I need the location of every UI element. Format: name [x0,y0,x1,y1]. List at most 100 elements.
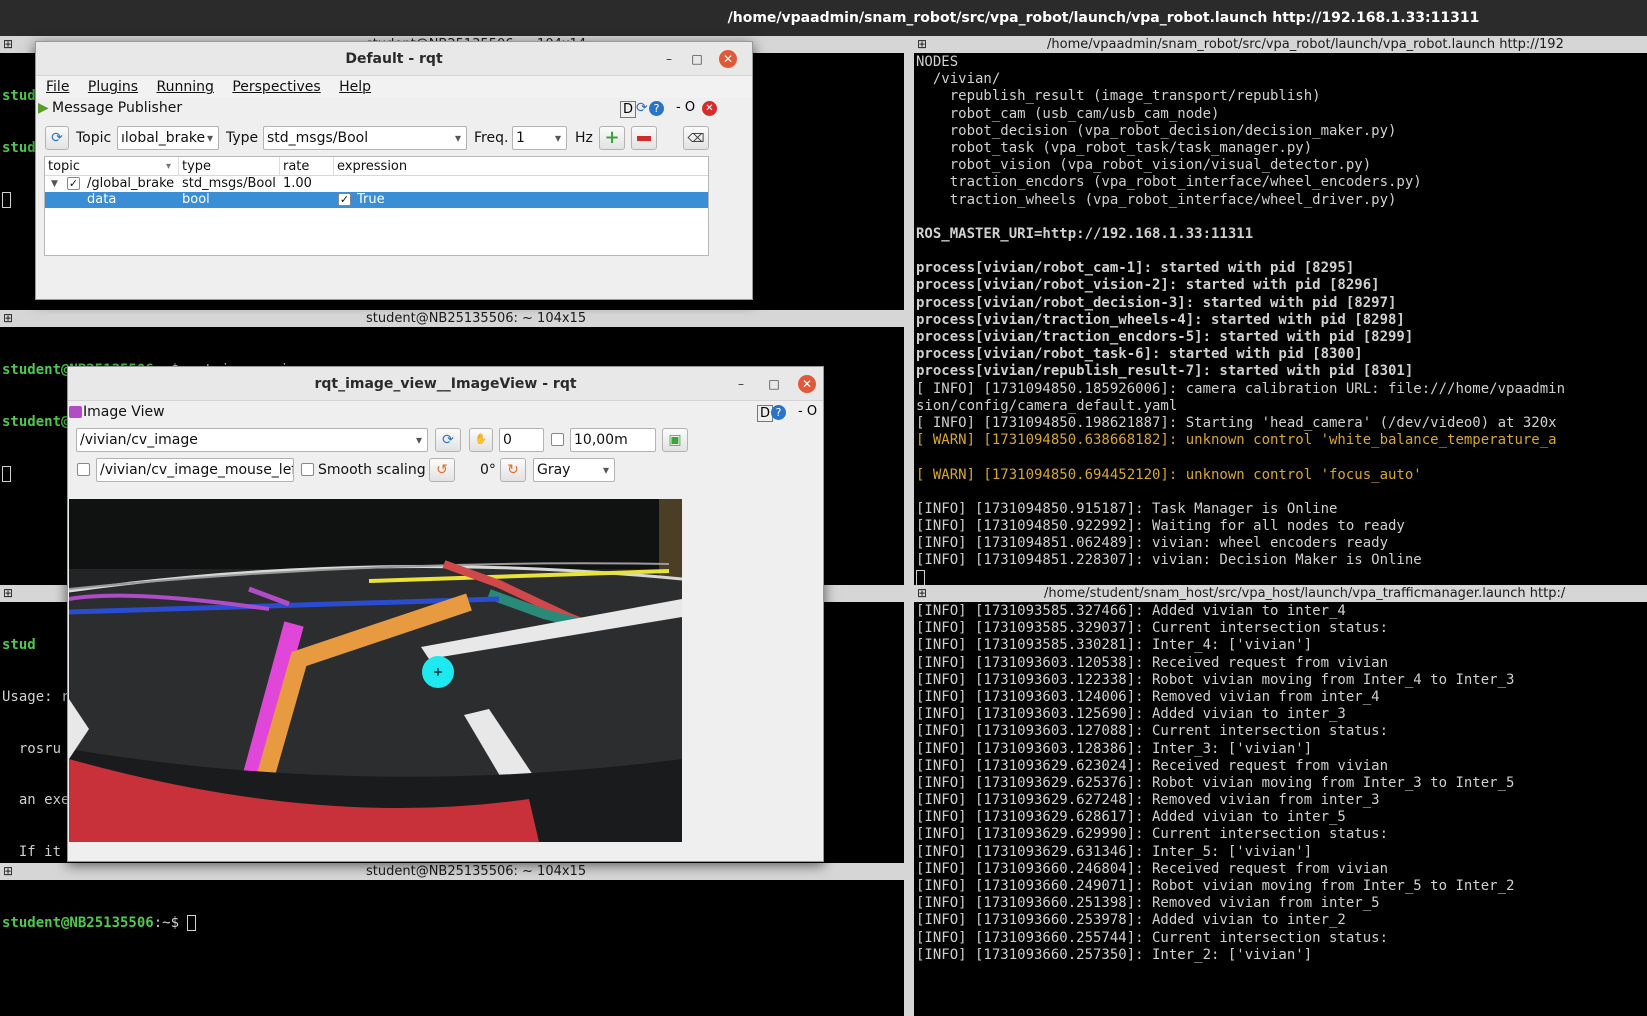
reload-icon[interactable]: ⟳ [636,100,648,116]
row-topic: /global_brake [87,176,175,191]
max-range-spinbox[interactable]: 10,00m [570,428,656,452]
type-combo[interactable]: std_msgs/Bool [263,126,467,150]
maximize-icon[interactable]: □ [765,375,783,393]
window-titlebar[interactable]: Default - rqt – □ ✕ [36,42,752,76]
camera-image-canvas[interactable] [69,499,682,842]
terminal-line: [INFO] [1731093660.246804]: Received req… [916,860,1389,877]
terminal-line: [INFO] [1731093603.124006]: Removed vivi… [916,688,1380,705]
maximize-icon[interactable]: □ [688,50,706,68]
message-tree[interactable]: topic ▾ type rate expression ▼ ✓ /global… [44,156,709,256]
header-topic[interactable]: topic [48,157,80,176]
window-title: Default - rqt [345,51,443,67]
terminal-line: robot_vision (vpa_robot_vision/visual_de… [916,157,1372,174]
rotate-left-icon[interactable]: ↺ [429,458,455,482]
save-image-icon[interactable]: ▣ [662,428,688,452]
type-label: Type [226,130,259,146]
terminal-line: [INFO] [1731093660.249071]: Robot vivian… [916,878,1515,894]
terminal-line: [INFO] [1731093603.122338]: Robot vivian… [916,671,1515,688]
smooth-scaling-checkbox[interactable] [301,463,314,476]
pane-separator[interactable] [904,36,914,1016]
sort-icon: ▾ [166,161,172,172]
terminal-line: [INFO] [1731093660.255744]: Current inte… [916,929,1389,946]
remove-button[interactable] [631,126,657,150]
remove-icon [637,135,651,141]
row-expression[interactable]: True [357,192,385,208]
dynamic-range-checkbox[interactable] [551,433,564,446]
clear-icon[interactable]: ⌫ [683,126,709,150]
menu-help[interactable]: Help [339,79,371,95]
header-type[interactable]: type [178,157,211,176]
terminal-line: [INFO] [1731093629.629990]: Current inte… [916,826,1389,843]
minimize-plugin-icon[interactable]: - O [798,404,817,419]
window-titlebar[interactable]: rqt_image_view__ImageView - rqt – □ ✕ [68,367,823,401]
close-plugin-icon[interactable]: ✕ [702,101,717,116]
menu-plugins[interactable]: Plugins [88,79,138,95]
terminal-line: sion/config/camera_default.yaml [916,397,1178,414]
expand-icon[interactable]: ▼ [51,176,58,192]
help-icon[interactable]: ? [771,405,786,420]
freq-combo[interactable]: 1 [512,126,567,150]
close-icon[interactable]: ✕ [798,375,816,393]
tree-row-selected[interactable]: data bool ✓ True [45,192,708,208]
menu-running[interactable]: Running [157,79,214,95]
header-expression[interactable]: expression [333,157,407,176]
terminal-line: NODES [916,54,959,70]
terminal-top-right[interactable]: ⊞ /home/vpaadmin/snam_robot/src/vpa_robo… [914,36,1647,585]
spinbox-value[interactable]: 0 [499,428,544,452]
add-icon[interactable]: + [599,126,625,150]
terminal-line: [INFO] [1731094851.228307]: vivian: Deci… [916,552,1422,569]
dock-button[interactable]: D [620,101,637,118]
terminal-line: republish_result (image_transport/republ… [916,88,1321,105]
terminal-line: [INFO] [1731093585.327466]: Added vivian… [916,603,1346,619]
rotation-value: 0° [480,462,496,478]
minimize-icon[interactable]: – [660,50,678,68]
menu-file[interactable]: File [46,79,69,95]
rqt-message-publisher-window[interactable]: Default - rqt – □ ✕ File Plugins Running… [35,41,753,300]
plugin-title: Message Publisher [52,100,183,116]
prompt: student@NB25135506 [2,915,154,932]
image-topic-combo[interactable]: /vivian/cv_image [76,428,428,452]
refresh-button[interactable]: ⟳ [435,428,461,452]
cursor [187,915,197,932]
minimize-icon[interactable]: – [732,375,750,393]
smooth-scaling-label: Smooth scaling [318,462,426,478]
pan-icon[interactable]: ✋ [469,428,493,452]
refresh-button[interactable]: ⟳ [45,126,69,150]
terminal-line: [INFO] [1731093585.329037]: Current inte… [916,620,1389,637]
camera-image[interactable] [69,499,682,842]
header-rate[interactable]: rate [279,157,309,176]
image-toolbar-row2: /vivian/cv_image_mouse_left Smooth scali… [68,455,823,485]
mouse-publish-checkbox[interactable] [77,463,90,476]
help-icon[interactable]: ? [649,101,664,116]
hz-label: Hz [575,130,593,146]
terminal-line: [INFO] [1731093603.127088]: Current inte… [916,723,1389,740]
plugin-header: Image View D ? - O [68,401,823,425]
menu-perspectives[interactable]: Perspectives [232,79,320,95]
terminal-bottom-left[interactable]: ⊞ student@NB25135506: ~ 104x15 student@N… [0,863,904,1016]
row-checkbox[interactable]: ✓ [67,177,80,190]
terminal-line: process[vivian/robot_cam-1]: started wit… [916,260,1355,277]
rqt-image-view-window[interactable]: rqt_image_view__ImageView - rqt – □ ✕ Im… [67,366,824,862]
topic-combo[interactable]: ılobal_brake [117,126,219,150]
pane-title-bar: ⊞ /home/vpaadmin/snam_robot/src/vpa_robo… [914,36,1647,53]
color-scheme-combo[interactable]: Gray [533,458,615,482]
grid-icon: ⊞ [3,586,14,600]
close-icon[interactable]: ✕ [719,50,737,68]
terminal-line: [ WARN] [1731094850.638668182]: unknown … [916,432,1557,449]
window-title: /home/vpaadmin/snam_robot/src/vpa_robot/… [727,10,1480,26]
expression-checkbox[interactable]: ✓ [338,193,351,206]
terminal-line: process[vivian/traction_wheels-4]: start… [916,311,1405,328]
mouse-topic-field[interactable]: /vivian/cv_image_mouse_left [96,458,294,482]
rotate-right-icon[interactable]: ↻ [500,458,526,482]
row-field: data [87,192,117,207]
terminal-bottom-right[interactable]: ⊞ /home/student/snam_host/src/vpa_host/l… [914,585,1647,1016]
terminal-line: [INFO] [1731093629.625376]: Robot vivian… [916,774,1515,791]
pane-title: student@NB25135506: ~ 104x15 [366,864,587,879]
tree-row[interactable]: ▼ ✓ /global_brake std_msgs/Bool 1.00 [45,176,708,192]
terminal-line: [ INFO] [1731094850.185926006]: camera c… [916,380,1566,397]
minimize-plugin-icon[interactable]: - O [676,100,695,115]
row-rate[interactable]: 1.00 [283,176,312,192]
terminal-line: process[vivian/robot_task-6]: started wi… [916,346,1363,363]
row-type: std_msgs/Bool [182,176,276,191]
